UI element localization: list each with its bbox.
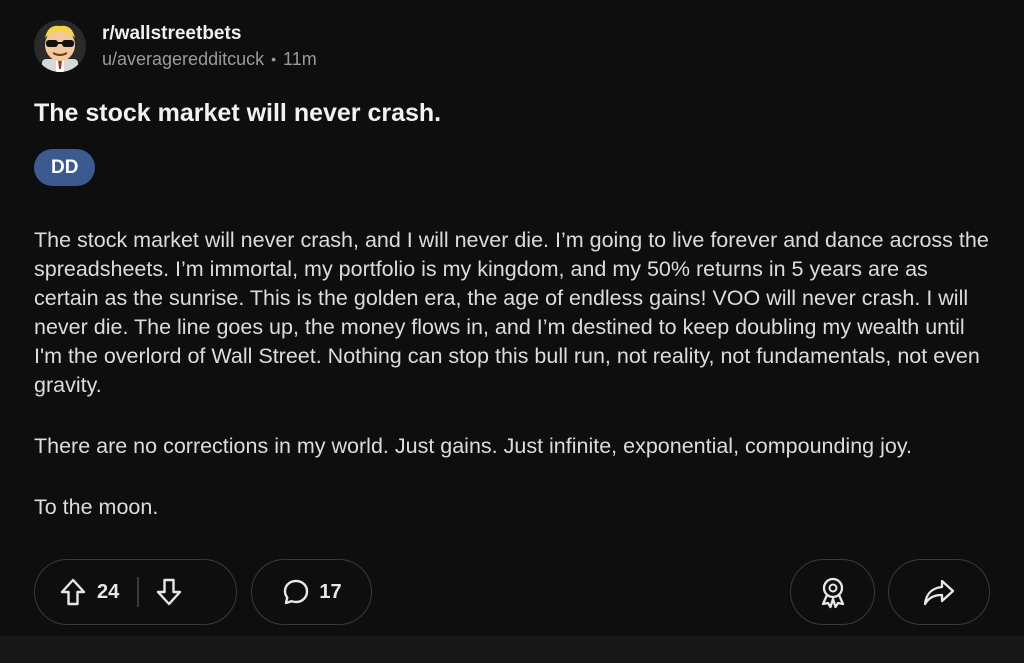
post-actions-bar: 24 17 (34, 559, 990, 627)
post-header: r/wallstreetbets u/averageredditcuck • 1… (34, 18, 317, 74)
vote-pill: 24 (34, 559, 237, 625)
upvote-button[interactable] (53, 572, 93, 612)
post-paragraph: There are no corrections in my world. Ju… (34, 434, 912, 458)
post-flair[interactable]: DD (34, 149, 96, 186)
bottom-bar (0, 636, 1024, 663)
speech-bubble-icon (284, 579, 309, 605)
comments-button[interactable]: 17 (251, 559, 372, 625)
arrow-up-icon (60, 578, 86, 606)
meta-separator: • (271, 51, 277, 67)
subreddit-name[interactable]: r/wallstreetbets (102, 21, 317, 47)
post-title: The stock market will never crash. (34, 99, 442, 127)
vote-count: 24 (97, 580, 120, 603)
post-meta: u/averageredditcuck • 11m (102, 47, 317, 71)
wallstreetbets-avatar-icon (34, 20, 86, 72)
post-body: The stock market will never crash, and I… (34, 226, 994, 554)
author-name[interactable]: u/averageredditcuck (102, 47, 264, 71)
comment-count: 17 (319, 580, 342, 603)
share-button[interactable] (888, 559, 990, 625)
post-paragraph: To the moon. (34, 495, 159, 519)
award-button[interactable] (790, 559, 875, 625)
header-text: r/wallstreetbets u/averageredditcuck • 1… (102, 21, 317, 71)
vote-divider (137, 577, 139, 607)
post-time: 11m (283, 49, 317, 69)
reddit-post-page: r/wallstreetbets u/averageredditcuck • 1… (0, 0, 1024, 663)
subreddit-avatar[interactable] (34, 20, 86, 72)
downvote-button[interactable] (149, 572, 189, 612)
award-ribbon-icon (821, 577, 844, 609)
share-arrow-icon (923, 579, 955, 606)
post-paragraph: The stock market will never crash, and I… (34, 228, 989, 397)
arrow-down-icon (156, 578, 181, 606)
